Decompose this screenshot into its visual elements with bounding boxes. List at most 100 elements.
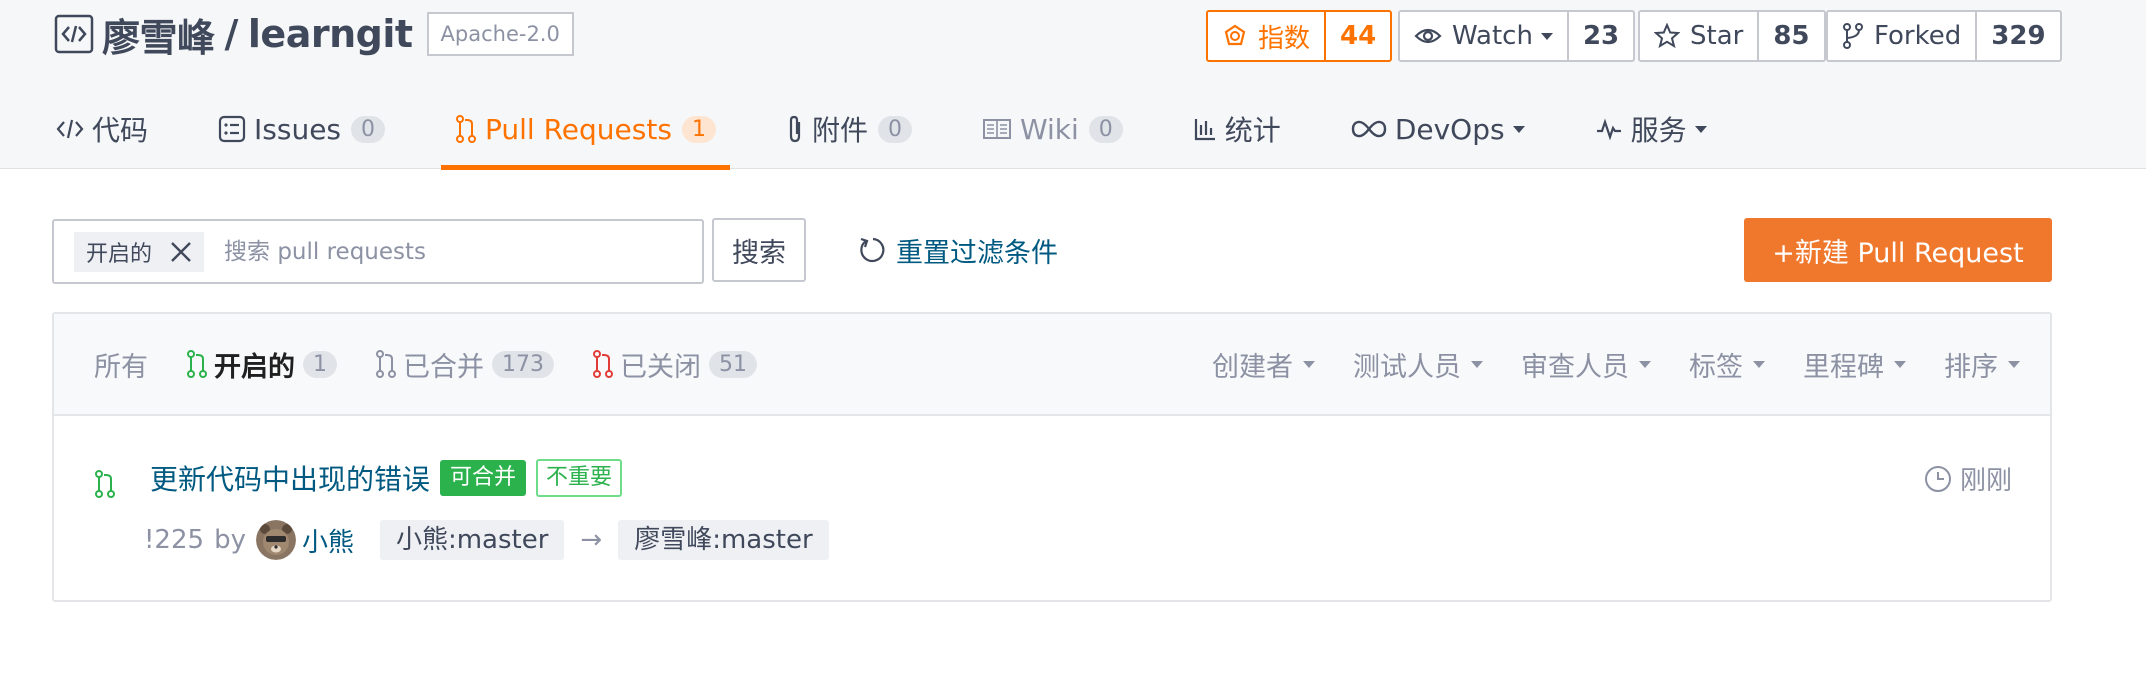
medal-icon <box>1224 24 1246 46</box>
fork-icon <box>1843 23 1863 49</box>
repo-owner-link[interactable]: 廖雪峰 <box>102 7 215 62</box>
chevron-down-icon <box>1894 360 1906 368</box>
filter-label-label: 标签 <box>1689 351 1743 383</box>
repo-code-icon <box>54 14 94 54</box>
fork-count[interactable]: 329 <box>1975 12 2059 60</box>
state-tab-open[interactable]: 开启的 1 <box>186 345 337 384</box>
tab-pull-requests-label: Pull Requests <box>485 112 672 146</box>
eye-icon <box>1414 28 1442 44</box>
close-icon[interactable] <box>168 239 194 265</box>
tab-pull-requests-count: 1 <box>681 115 716 143</box>
pr-by-label: by <box>214 525 246 555</box>
pull-request-open-icon <box>187 350 207 378</box>
new-pull-request-button[interactable]: +新建 Pull Request <box>1744 218 2052 282</box>
tab-issues-label: Issues <box>254 112 342 146</box>
search-input[interactable] <box>224 238 625 265</box>
filter-tester-dropdown[interactable]: 测试人员 <box>1353 345 1483 384</box>
star-button[interactable]: Star <box>1640 12 1757 60</box>
search-box[interactable]: 开启的 <box>52 219 704 284</box>
index-button[interactable]: 指数 <box>1208 12 1324 60</box>
pull-request-icon <box>456 115 477 143</box>
pull-request-list-header: 所有 开启的 1 已合并 173 已关闭 51 创建者 测试人员 审查人员 标签… <box>54 314 2050 416</box>
filter-reviewer-dropdown[interactable]: 审查人员 <box>1521 345 1651 384</box>
pull-request-open-icon <box>95 470 115 498</box>
license-badge[interactable]: Apache-2.0 <box>426 12 574 56</box>
source-branch[interactable]: 小熊:master <box>379 520 565 560</box>
watch-button-group[interactable]: Watch 23 <box>1398 10 1636 62</box>
arrow-right-icon: → <box>580 525 603 555</box>
filter-reviewer-label: 审查人员 <box>1521 351 1629 383</box>
tab-devops-label: DevOps <box>1394 112 1505 146</box>
state-tab-open-label: 开启的 <box>214 351 295 383</box>
list-item: 更新代码中出现的错误 可合并 不重要 刚刚 !225 by 小熊 小熊:mast… <box>54 416 2050 602</box>
fork-button[interactable]: Forked <box>1828 12 1975 60</box>
watch-button[interactable]: Watch <box>1400 12 1567 60</box>
chevron-down-icon <box>1753 360 1765 368</box>
pr-author-link[interactable]: 小熊 <box>302 522 354 559</box>
tab-attachments[interactable]: 附件 0 <box>772 96 926 162</box>
tab-attachments-label: 附件 <box>811 114 868 147</box>
chevron-down-icon <box>1639 360 1651 368</box>
tab-wiki-label: Wiki <box>1019 112 1079 146</box>
chevron-down-icon <box>1303 360 1315 368</box>
filter-chip-label: 开启的 <box>86 241 153 267</box>
search-button[interactable]: 搜索 <box>712 218 806 282</box>
repo-name-link[interactable]: learngit <box>248 12 413 56</box>
state-tab-merged[interactable]: 已合并 173 <box>375 345 554 384</box>
chevron-down-icon <box>2008 360 2020 368</box>
fork-button-group[interactable]: Forked 329 <box>1826 10 2062 62</box>
avatar[interactable] <box>255 520 296 560</box>
star-icon <box>1654 23 1680 49</box>
state-tab-closed[interactable]: 已关闭 51 <box>592 345 757 384</box>
state-tab-all[interactable]: 所有 <box>94 345 148 384</box>
chevron-down-icon <box>1471 360 1483 368</box>
tab-services-label: 服务 <box>1630 114 1687 147</box>
repo-header: 廖雪峰 / learngit Apache-2.0 指数 44 Watch 23 <box>0 0 2146 170</box>
state-tab-all-label: 所有 <box>94 351 148 383</box>
repo-nav-tabs: 代码 Issues 0 Pull Requests 1 附件 0 Wiki 0 … <box>42 96 1763 170</box>
index-label: 指数 <box>1258 23 1311 54</box>
tab-devops[interactable]: DevOps <box>1337 96 1539 162</box>
index-button-group[interactable]: 指数 44 <box>1206 10 1393 62</box>
pull-request-merged-icon <box>376 350 396 378</box>
tab-issues-count: 0 <box>351 115 386 143</box>
star-label: Star <box>1690 21 1744 51</box>
filter-creator-dropdown[interactable]: 创建者 <box>1212 345 1315 384</box>
bar-chart-icon <box>1194 119 1215 141</box>
tab-issues[interactable]: Issues 0 <box>204 96 399 162</box>
target-branch[interactable]: 廖雪峰:master <box>618 520 829 560</box>
filter-tester-label: 测试人员 <box>1353 351 1461 383</box>
chevron-down-icon <box>1694 125 1707 133</box>
tab-wiki-count: 0 <box>1088 115 1123 143</box>
state-tab-closed-count: 51 <box>709 350 757 378</box>
priority-label-tag[interactable]: 不重要 <box>536 459 623 497</box>
star-count[interactable]: 85 <box>1757 12 1823 60</box>
star-button-group[interactable]: Star 85 <box>1638 10 1826 62</box>
filter-chip-open[interactable]: 开启的 <box>74 231 205 272</box>
pr-meta: !225 by 小熊 小熊:master → 廖雪峰:master <box>144 520 829 560</box>
chevron-down-icon <box>1512 125 1525 133</box>
repo-separator: / <box>224 12 239 56</box>
state-tab-closed-label: 已关闭 <box>620 351 701 383</box>
sort-dropdown[interactable]: 排序 <box>1944 345 2020 384</box>
tab-wiki[interactable]: Wiki 0 <box>968 96 1137 162</box>
code-icon <box>56 119 84 139</box>
state-tab-merged-label: 已合并 <box>403 351 484 383</box>
tab-services[interactable]: 服务 <box>1581 96 1721 162</box>
refresh-icon <box>860 237 885 263</box>
pull-request-list: 所有 开启的 1 已合并 173 已关闭 51 创建者 测试人员 审查人员 标签… <box>52 312 2052 602</box>
clock-icon <box>1924 465 1951 492</box>
tab-code[interactable]: 代码 <box>42 96 162 162</box>
pr-time-label: 刚刚 <box>1959 466 2012 496</box>
filter-label-dropdown[interactable]: 标签 <box>1689 345 1765 384</box>
filter-milestone-label: 里程碑 <box>1803 351 1884 383</box>
reset-filters-link[interactable]: 重置过滤条件 <box>856 228 1058 272</box>
tab-pull-requests[interactable]: Pull Requests 1 <box>441 96 730 170</box>
filter-creator-label: 创建者 <box>1212 351 1293 383</box>
tab-statistics[interactable]: 统计 <box>1179 96 1295 162</box>
index-count[interactable]: 44 <box>1324 12 1390 60</box>
filter-milestone-dropdown[interactable]: 里程碑 <box>1803 345 1906 384</box>
watch-count[interactable]: 23 <box>1566 12 1633 60</box>
pr-title-link[interactable]: 更新代码中出现的错误 <box>150 458 430 498</box>
paperclip-icon <box>789 115 801 143</box>
